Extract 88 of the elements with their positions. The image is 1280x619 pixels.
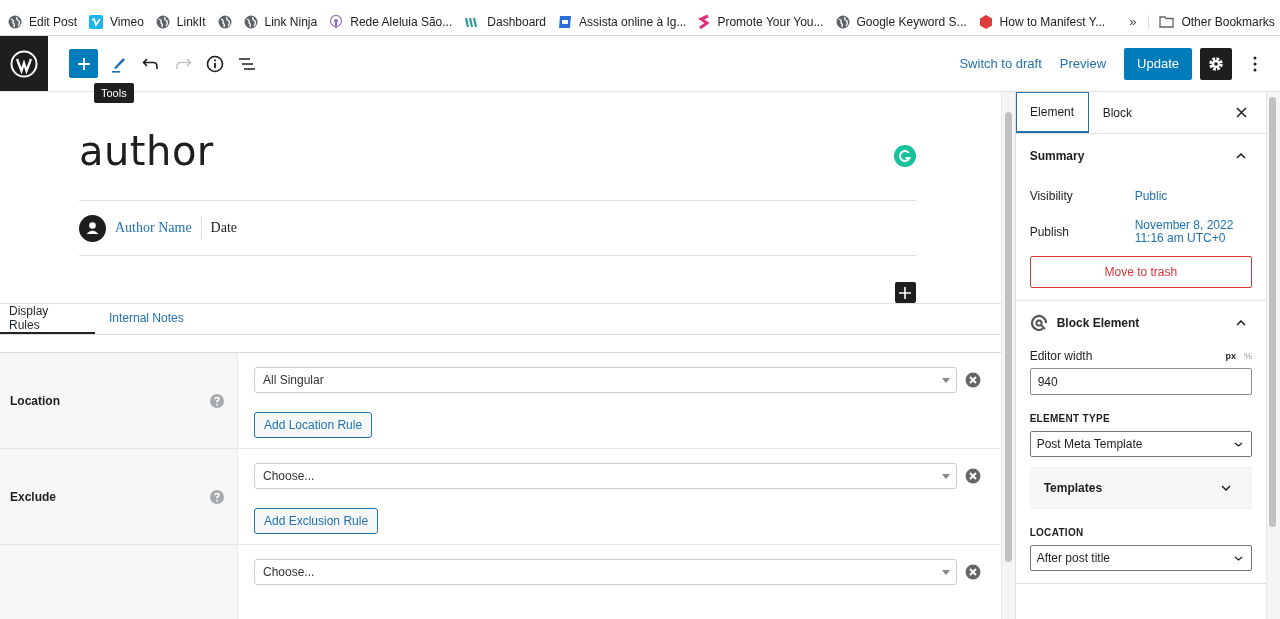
chevron-icon [1234,555,1244,561]
templates-panel-header[interactable]: Templates [1029,467,1253,509]
move-to-trash-button[interactable]: Move to trash [1029,256,1253,288]
post-title[interactable]: author [79,118,214,174]
rule-label: Location [10,393,60,408]
remove-icon[interactable] [964,372,981,388]
switch-to-draft-link[interactable]: Switch to draft [959,56,1042,71]
tooltip: Tools [94,82,134,103]
chevron-icon [1236,153,1247,159]
bookmark[interactable]: Rede Aleluia São... [329,14,453,29]
rule-select[interactable]: Choose... [254,559,957,585]
close-icon [1235,107,1247,118]
author-name-link[interactable]: Author Name [115,217,202,239]
avatar-icon [79,214,106,242]
info-icon [206,54,224,73]
update-button[interactable]: Update [1124,47,1192,80]
settings-icon [1207,54,1225,73]
globe-icon [155,14,170,29]
list-icon [238,56,256,71]
caret-icon [941,473,950,479]
help-icon [210,489,224,504]
scrollbar[interactable] [1266,92,1280,619]
meta-tab[interactable]: Display Rules [0,304,95,334]
bookmark[interactable]: How to Manifest Y... [978,14,1106,29]
field-label: LOCATION [1029,527,1085,538]
video-logo-icon [89,14,104,29]
rule-select[interactable]: Choose... [254,463,957,489]
bookmark[interactable]: Dashboard [464,14,546,29]
bookmark[interactable] [217,14,232,29]
grammar-check-icon [893,145,916,167]
caret-icon [941,377,950,383]
panel-header[interactable]: Summary [1029,134,1253,178]
other-bookmarks-folder[interactable]: Other Bookmarks [1148,14,1275,29]
bookmark[interactable]: Edit Post [8,14,78,29]
more-icon [1253,55,1257,72]
add-block-button[interactable] [894,282,916,303]
site-logo-button[interactable] [0,36,48,91]
field-label: Visibility [1029,189,1074,203]
bookmark[interactable]: Vimeo [89,14,144,29]
unit-toggle[interactable]: px [1225,351,1236,361]
add-rule-button[interactable]: Add Exclusion Rule [254,508,379,534]
podcast-icon [329,14,344,29]
bookmark[interactable]: Link Ninja [243,14,318,29]
chevron-icon [1234,441,1244,447]
bookmark[interactable]: LinkIt [155,14,206,29]
sidebar-tab[interactable]: Block [1088,92,1146,133]
help-icon [210,393,224,408]
settings-button[interactable] [1200,47,1232,80]
meta-tab[interactable]: Internal Notes [95,304,198,334]
chevron-icon [1236,320,1247,326]
rule-label: Exclude [10,489,57,504]
bookmark[interactable]: Promote Your You... [698,13,824,30]
more-bookmarks-button[interactable]: » [1129,14,1137,29]
rule-select[interactable]: All Singular [254,367,957,393]
folder-icon [1159,15,1175,28]
remove-icon[interactable] [964,564,981,580]
field-label: ELEMENT TYPE [1029,413,1111,424]
scrollbar[interactable] [1000,92,1015,619]
publish-date-link[interactable]: November 8, 2022 11:16 am UTC+0 [1134,219,1234,245]
remove-icon[interactable] [964,468,981,484]
field-label: Publish [1029,225,1070,239]
globe-icon [8,14,22,29]
sidebar-tab[interactable]: Element [1015,92,1089,133]
location-select[interactable]: After post title [1029,545,1253,571]
chevron-icon [1221,485,1232,491]
globe-icon [217,14,232,29]
panel-header[interactable]: Block Element [1029,301,1253,345]
bookmark[interactable]: Google Keyword S... [835,14,967,29]
plus-icon [76,56,91,71]
caret-icon [941,569,950,575]
element-type-select[interactable]: Post Meta Template [1029,431,1253,457]
plus-icon [899,286,912,299]
post-date: Date [210,220,238,236]
globe-icon [243,14,258,29]
globe-icon [835,14,850,29]
editor-width-field[interactable]: 940 [1029,368,1253,395]
visibility-link[interactable]: Public [1134,189,1168,203]
field-label: Editor width [1029,349,1094,363]
undo-icon [142,56,160,71]
redo-icon [174,56,192,71]
add-rule-button[interactable]: Add Location Rule [254,412,373,438]
bookmark[interactable]: Assista online à Ig... [558,14,687,29]
badge-icon [558,14,572,29]
block-element-icon [1029,314,1048,332]
hexagon-icon [978,14,993,29]
spark-icon [698,13,711,30]
preview-link[interactable]: Preview [1059,56,1107,71]
wordpress-logo-icon [10,49,38,78]
